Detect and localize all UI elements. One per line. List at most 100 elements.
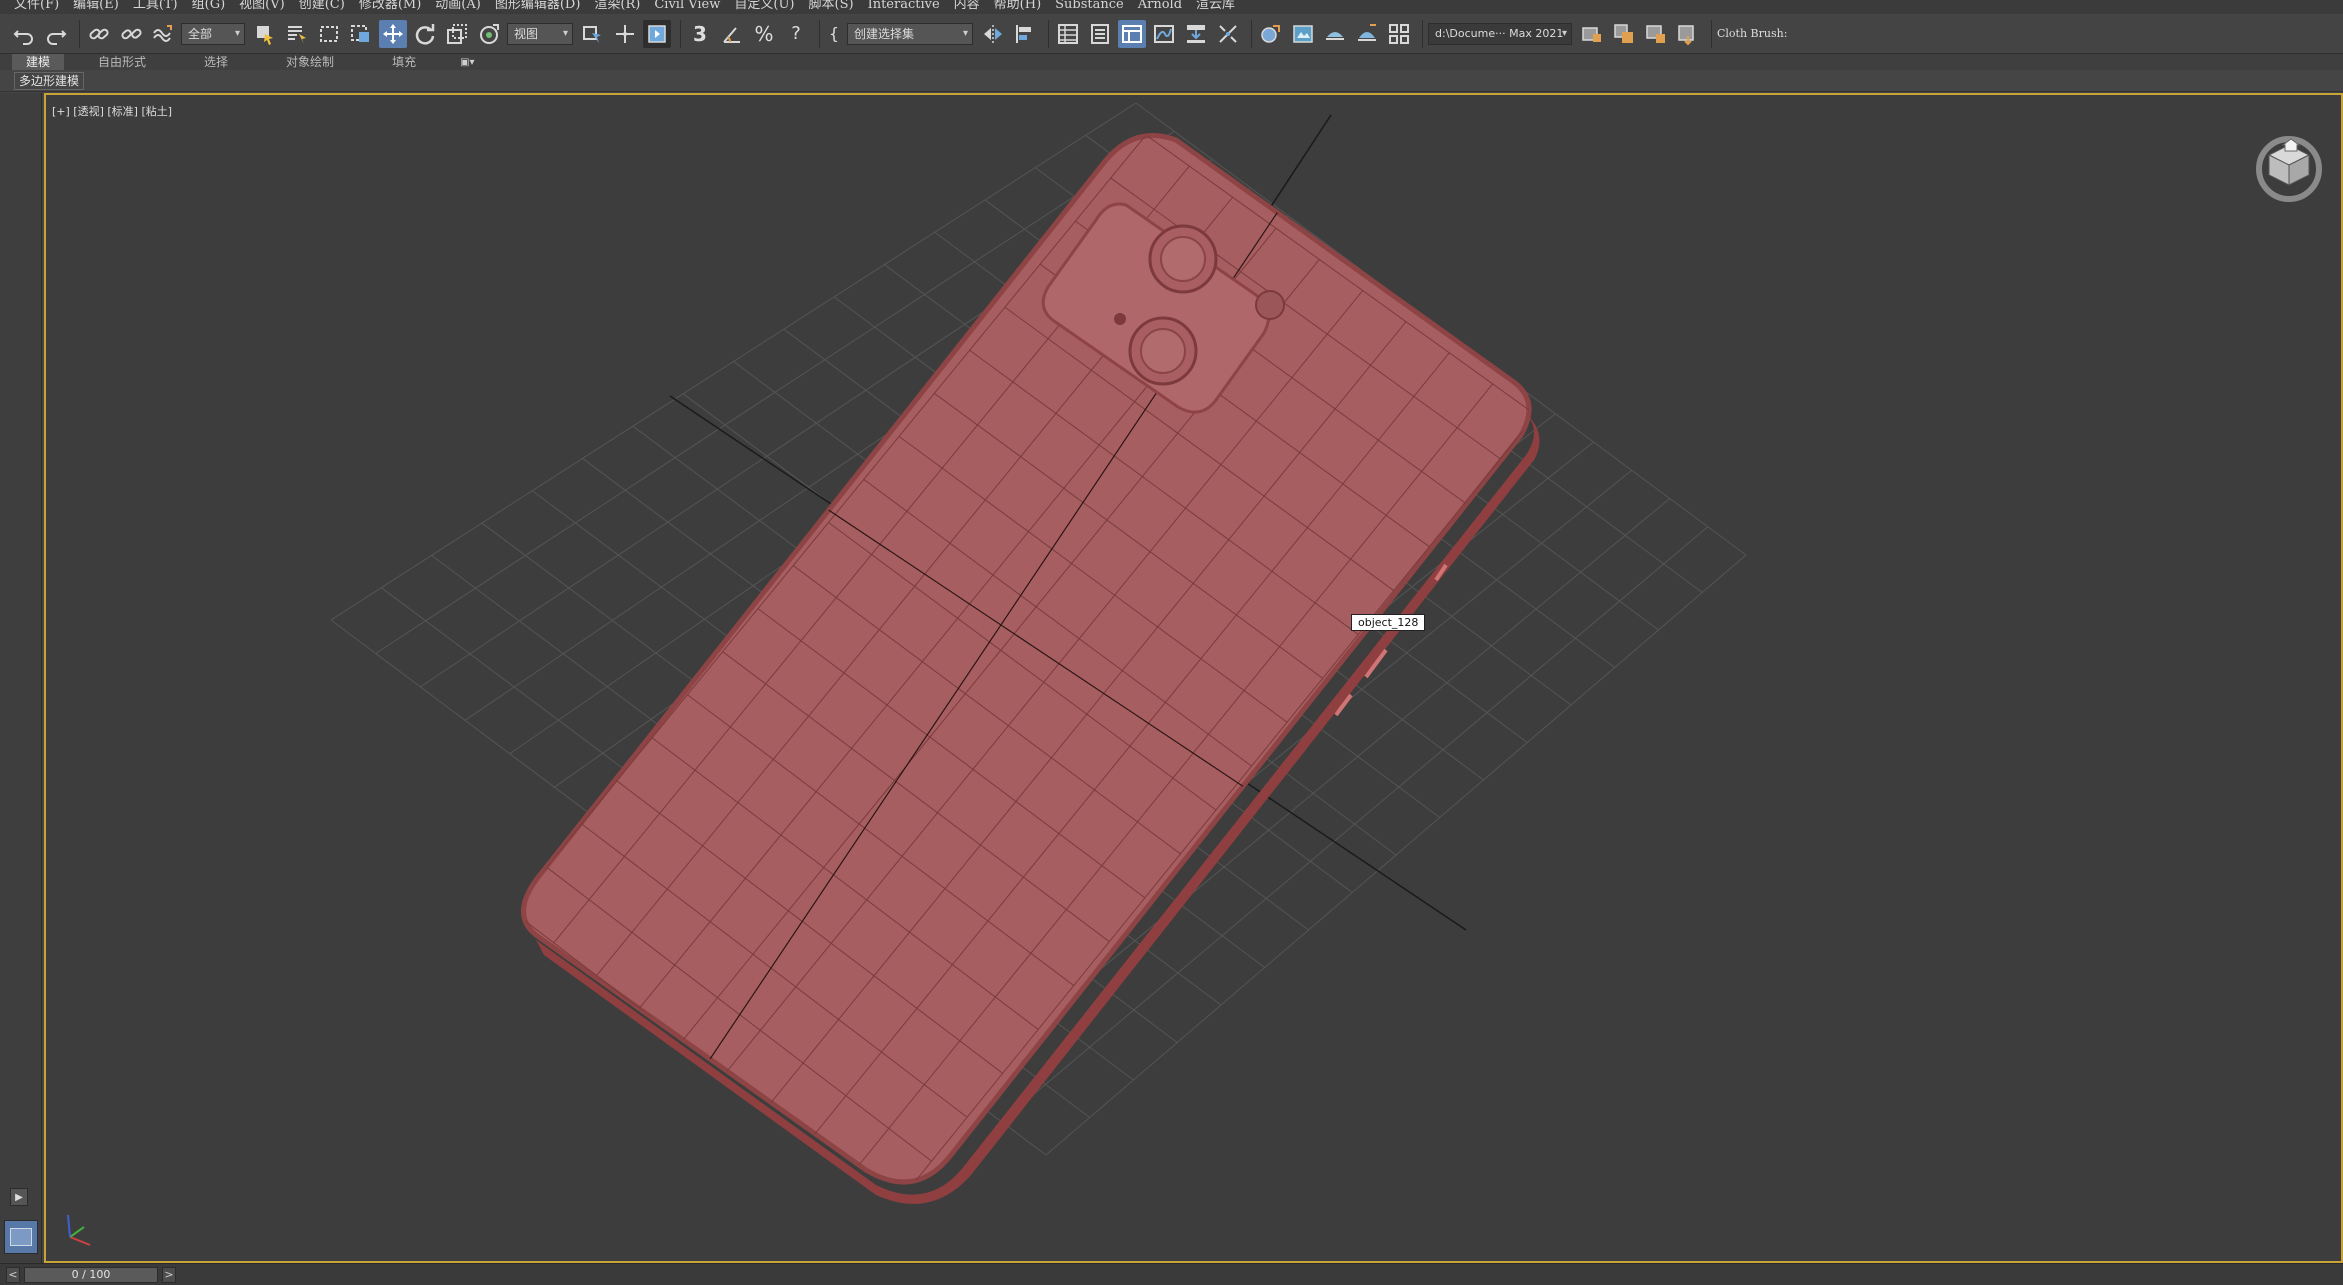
material-editor-button[interactable] [1257, 20, 1285, 48]
expand-arrow-button[interactable]: ▶ [10, 1188, 28, 1206]
bind-to-space-warp-button[interactable] [149, 20, 177, 48]
menu-modifiers[interactable]: 修改器(M) [345, 0, 421, 11]
menu-views[interactable]: 视图(V) [225, 0, 285, 11]
rendered-frame-window-button[interactable] [1321, 20, 1349, 48]
scene-canvas[interactable] [46, 95, 2341, 1261]
percent-snap-toggle-button[interactable]: % [750, 20, 778, 48]
tab-object-paint[interactable]: 对象绘制 [272, 54, 348, 70]
select-and-rotate-button[interactable] [411, 20, 439, 48]
menu-animation[interactable]: 动画(A) [421, 0, 481, 11]
project-save-button[interactable] [1642, 20, 1670, 48]
perspective-viewport[interactable]: [+] [透视] [标准] [粘土] object_128 [44, 93, 2343, 1263]
unlink-selection-button[interactable] [117, 20, 145, 48]
modeling-ribbon: 建模 自由形式 选择 对象绘制 填充 ▣▾ [0, 54, 2343, 70]
snap-to-frame-button[interactable] [1214, 20, 1242, 48]
menu-bar: 文件(F) 编辑(E) 工具(T) 组(G) 视图(V) 创建(C) 修改器(M… [0, 0, 2343, 14]
folder-settings-icon [1678, 24, 1694, 45]
select-object-button[interactable] [251, 20, 279, 48]
frame-counter[interactable]: 0 / 100 [24, 1266, 158, 1283]
menu-content[interactable]: 内容 [940, 0, 980, 11]
menu-customize[interactable]: 自定义(U) [720, 0, 794, 11]
select-and-scale-button[interactable] [443, 20, 471, 48]
snaps-toggle-button[interactable]: 3 [686, 20, 714, 48]
menu-interactive[interactable]: Interactive [854, 0, 940, 11]
named-selection-set-dropdown[interactable]: 创建选择集 [847, 22, 973, 45]
curve-editor-button[interactable] [1150, 20, 1178, 48]
angle-snap-toggle-button[interactable] [718, 20, 746, 48]
next-frame-button[interactable]: > [162, 1266, 176, 1283]
menu-graph-editors[interactable]: 图形编辑器(D) [481, 0, 581, 11]
menu-help[interactable]: 帮助(H) [980, 0, 1041, 11]
tab-modeling[interactable]: 建模 [12, 54, 65, 70]
tab-freeform[interactable]: 自由形式 [84, 54, 160, 70]
select-and-place-button[interactable] [475, 20, 503, 48]
object-name-tooltip: object_128 [1351, 614, 1426, 631]
toggle-layer-explorer-button[interactable] [1086, 20, 1114, 48]
menu-tools[interactable]: 工具(T) [119, 0, 178, 11]
render-production-button[interactable] [1353, 20, 1381, 48]
project-folder-dropdown[interactable]: d:\Docume··· Max 2021 [1428, 22, 1572, 45]
edit-named-selection-button[interactable]: { [825, 20, 843, 48]
manipulate-icon [616, 24, 634, 43]
material-editor-icon [1261, 24, 1280, 43]
use-pivot-center-button[interactable] [579, 20, 607, 48]
project-new-button[interactable] [1610, 20, 1638, 48]
toolbar-separator [1711, 19, 1712, 48]
folder-open-icon [1582, 26, 1601, 42]
grid-layout-icon [1389, 23, 1409, 44]
align-button[interactable] [1011, 20, 1039, 48]
tab-populate[interactable]: 填充 [378, 54, 430, 70]
menu-render-library[interactable]: 渲云库 [1182, 0, 1235, 11]
left-command-strip: ▶ [0, 93, 42, 1263]
percent-snap-icon: % [754, 21, 774, 46]
align-icon [1016, 24, 1031, 43]
cloth-brush-label[interactable]: Cloth Brush: [1717, 27, 1787, 40]
redo-icon [47, 29, 67, 45]
keyboard-override-icon [648, 24, 666, 43]
mirror-button[interactable] [979, 20, 1007, 48]
menu-create[interactable]: 创建(C) [285, 0, 345, 11]
schematic-view-icon [1187, 24, 1205, 43]
select-manipulate-button[interactable] [611, 20, 639, 48]
reference-coordinate-dropdown[interactable]: 视图 [507, 22, 573, 45]
ribbon-options-icon[interactable]: ▣▾ [460, 57, 474, 68]
viewport-layout-button[interactable] [4, 1220, 38, 1254]
undo-button[interactable] [10, 20, 38, 48]
select-and-move-button[interactable] [379, 19, 407, 48]
toggle-scene-explorer-button[interactable] [1054, 20, 1082, 48]
viewcube[interactable] [2253, 131, 2325, 203]
project-settings-button[interactable] [1674, 20, 1702, 48]
selection-filter-dropdown[interactable]: 全部 [181, 22, 245, 45]
menu-edit[interactable]: 编辑(E) [59, 0, 119, 11]
keyboard-shortcut-override-button[interactable] [643, 19, 671, 48]
phone-model[interactable] [511, 125, 1540, 1205]
window-crossing-button[interactable] [347, 20, 375, 48]
menu-group[interactable]: 组(G) [178, 0, 226, 11]
time-slider: < 0 / 100 > [0, 1263, 2343, 1285]
render-setup-icon [1293, 24, 1313, 43]
previous-frame-button[interactable]: < [6, 1266, 20, 1283]
toolbar-separator [819, 19, 820, 48]
menu-rendering[interactable]: 渲染(R) [580, 0, 640, 11]
menu-substance[interactable]: Substance [1041, 0, 1124, 11]
render-icon [1358, 23, 1376, 41]
menu-file[interactable]: 文件(F) [0, 0, 59, 11]
select-by-name-button[interactable] [283, 20, 311, 48]
render-setup-button[interactable] [1289, 20, 1317, 48]
menu-civil-view[interactable]: Civil View [640, 0, 720, 11]
rectangular-selection-button[interactable] [315, 20, 343, 48]
toggle-ribbon-button[interactable] [1118, 19, 1146, 48]
menu-scripting[interactable]: 脚本(S) [795, 0, 854, 11]
project-open-button[interactable] [1578, 20, 1606, 48]
render-in-cloud-button[interactable] [1385, 20, 1413, 48]
tab-selection[interactable]: 选择 [190, 54, 242, 70]
polygon-modeling-panel[interactable]: 多边形建模 [14, 71, 85, 90]
spinner-snap-toggle-button[interactable]: ? [782, 20, 810, 48]
redo-button[interactable] [42, 20, 70, 48]
menu-arnold[interactable]: Arnold [1124, 0, 1182, 11]
select-and-link-button[interactable] [85, 20, 113, 48]
mirror-icon [984, 24, 1002, 43]
select-object-icon [257, 25, 273, 45]
schematic-view-button[interactable] [1182, 20, 1210, 48]
axis-tripod [67, 1214, 91, 1246]
